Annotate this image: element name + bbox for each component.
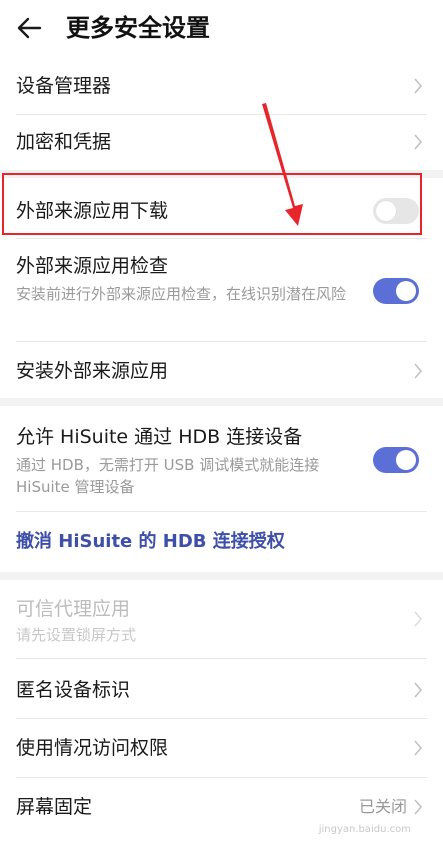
external-check-toggle[interactable] (373, 278, 419, 304)
back-arrow-icon[interactable] (14, 13, 44, 43)
hdb-description: 通过 HDB，无需打开 USB 调试模式就能连接 HiSuite 管理设备 (16, 456, 320, 496)
page-title: 更多安全设置 (66, 14, 210, 42)
group-external-apps: 外部来源应用下载 外部来源应用检查 安装前进行外部来源应用检查，在线识别潜在风险… (0, 178, 443, 398)
group-misc: 可信代理应用 请先设置锁屏方式 匿名设备标识 使用情况访问权限 屏幕固定 已关闭 (0, 580, 443, 844)
revoke-hdb-link[interactable]: 撤消 HiSuite 的 HDB 连接授权 (16, 529, 285, 555)
chevron-right-icon (414, 611, 423, 627)
row-hdb[interactable]: 允许 HiSuite 通过 HDB 连接设备 通过 HDB，无需打开 USB 调… (0, 406, 443, 510)
chevron-right-icon (414, 799, 423, 815)
group-device: 设备管理器 加密和凭据 (0, 58, 443, 170)
screen-pin-status: 已关闭 (358, 797, 407, 816)
trust-agent-label: 可信代理应用 (16, 598, 131, 620)
group-hisuite: 允许 HiSuite 通过 HDB 连接设备 通过 HDB，无需打开 USB 调… (0, 406, 443, 572)
toggle-knob (376, 201, 396, 221)
watermark-text: jingyan.baidu.com (318, 824, 411, 835)
install-external-label: 安装外部来源应用 (16, 360, 169, 382)
row-external-check[interactable]: 外部来源应用检查 安装前进行外部来源应用检查，在线识别潜在风险 (0, 239, 443, 339)
chevron-right-icon (414, 78, 423, 94)
trust-agent-description: 请先设置锁屏方式 (16, 626, 137, 644)
external-check-label: 外部来源应用检查 (16, 255, 169, 277)
chevron-right-icon (414, 134, 423, 150)
toggle-knob (396, 281, 416, 301)
row-device-admin[interactable]: 设备管理器 (0, 58, 443, 114)
row-trust-agent: 可信代理应用 请先设置锁屏方式 (0, 580, 443, 656)
row-anon-id[interactable]: 匿名设备标识 (0, 659, 443, 717)
hdb-label: 允许 HiSuite 通过 HDB 连接设备 (16, 426, 303, 448)
row-external-download[interactable]: 外部来源应用下载 (0, 178, 443, 234)
row-credentials[interactable]: 加密和凭据 (0, 115, 443, 170)
external-check-description: 安装前进行外部来源应用检查，在线识别潜在风险 (16, 285, 347, 303)
row-usage-access[interactable]: 使用情况访问权限 (0, 719, 443, 777)
chevron-right-icon (414, 363, 423, 379)
divider (16, 511, 427, 512)
top-app-bar: 更多安全设置 (0, 0, 443, 58)
credentials-label: 加密和凭据 (16, 131, 112, 153)
hdb-toggle[interactable] (373, 447, 419, 473)
device-admin-label: 设备管理器 (16, 75, 112, 97)
chevron-right-icon (414, 740, 423, 756)
chevron-right-icon (414, 682, 423, 698)
external-download-toggle[interactable] (373, 198, 419, 224)
anon-id-label: 匿名设备标识 (16, 679, 131, 701)
toggle-knob (396, 450, 416, 470)
usage-access-label: 使用情况访问权限 (16, 737, 169, 759)
screen-pin-label: 屏幕固定 (16, 796, 93, 818)
external-download-label: 外部来源应用下载 (16, 200, 169, 222)
row-install-external[interactable]: 安装外部来源应用 (0, 342, 443, 398)
